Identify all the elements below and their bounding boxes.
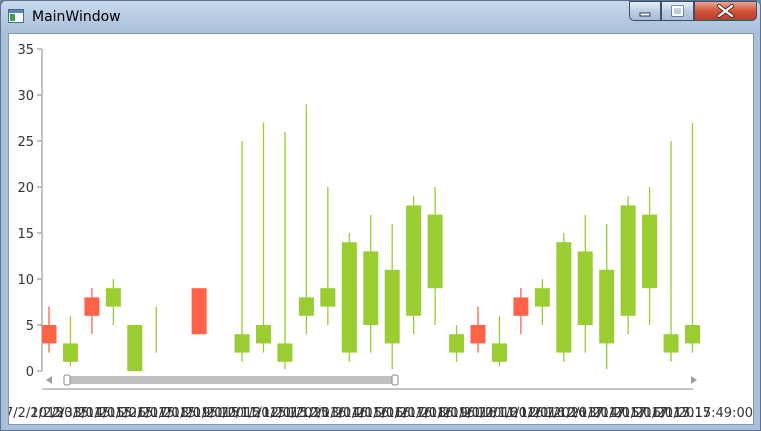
candlestick-chart: 051015202530357/2/20151/2/20152/3/20153/… <box>9 43 753 421</box>
scroll-left-icon[interactable] <box>46 376 52 384</box>
candle-body <box>256 325 271 344</box>
close-button[interactable] <box>694 1 757 21</box>
close-icon <box>717 4 734 18</box>
scrollbar-handle-left[interactable] <box>63 374 71 386</box>
candle-body <box>449 334 465 353</box>
candle-body <box>513 297 529 316</box>
candle-body <box>491 343 507 362</box>
candle-body <box>127 325 143 371</box>
chart-area: 0 5 10 15 20 25 30 35 7/2/2015 1/2/2015 2/3/2015 3/… <box>8 33 754 425</box>
scrollbar-handle-right[interactable] <box>391 374 399 386</box>
candle-body <box>620 205 636 316</box>
candle-body <box>642 214 658 289</box>
window-title: MainWindow <box>32 9 121 25</box>
y-tick-label: 30 <box>17 89 34 104</box>
candle-body <box>105 288 121 307</box>
candle-body <box>234 334 250 353</box>
minimize-icon <box>639 12 651 17</box>
maximize-icon <box>671 5 684 17</box>
candle-body <box>191 288 207 335</box>
maximize-button[interactable] <box>661 1 694 21</box>
minimize-button[interactable] <box>629 1 661 21</box>
candle-body <box>277 343 293 362</box>
candle-body <box>62 343 78 362</box>
y-tick-label: 20 <box>17 181 34 196</box>
candle-body <box>363 251 379 325</box>
y-tick-label: 10 <box>17 273 34 288</box>
app-window-icon <box>8 9 24 23</box>
title-bar[interactable]: MainWindow <box>1 1 760 33</box>
scrollbar-thumb[interactable] <box>66 376 394 384</box>
y-tick-label: 5 <box>26 319 34 334</box>
candle-body <box>534 288 550 307</box>
x-tick-label: 15:15:49:00 <box>674 406 753 421</box>
candle-body <box>84 297 100 316</box>
candle-body <box>599 269 615 344</box>
main-window: MainWindow 0 5 10 15 20 25 30 35 7/2/2015 1/2/201… <box>0 0 761 431</box>
candle-body <box>470 325 486 344</box>
y-tick-label: 0 <box>26 365 34 380</box>
candle-body <box>41 325 57 344</box>
y-tick-label: 35 <box>17 43 34 58</box>
candle-body <box>384 269 400 344</box>
y-tick-label: 25 <box>17 135 34 150</box>
candle-body <box>320 288 336 307</box>
candle-body <box>663 334 679 353</box>
scroll-right-icon[interactable] <box>691 376 697 384</box>
candle-body <box>427 214 443 289</box>
candle-body <box>341 242 357 353</box>
candle-body <box>685 325 700 344</box>
candle-body <box>406 205 422 316</box>
candle-body <box>556 242 572 353</box>
candle-body <box>298 297 314 316</box>
y-tick-label: 15 <box>17 227 34 242</box>
candle-body <box>577 251 593 325</box>
